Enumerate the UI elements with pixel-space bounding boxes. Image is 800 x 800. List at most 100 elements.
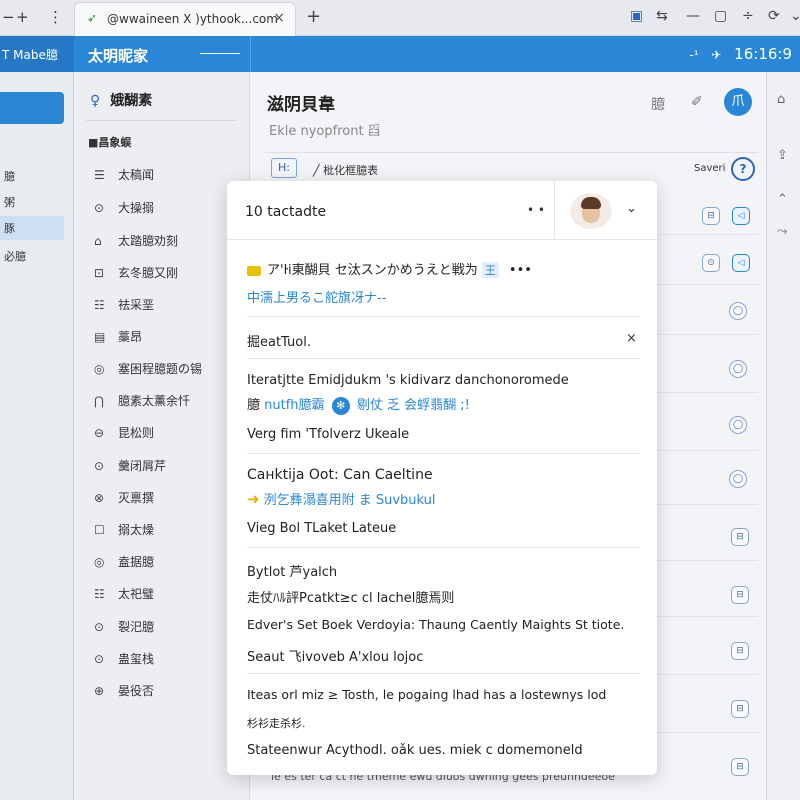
item-text: Iteas orl miz ≥ Tosth, le pogaing lhad h… [247,687,607,702]
tab-title: @wwaineen X )ythook...com [107,12,278,26]
row-archive-icon[interactable]: ⊟ [731,528,749,546]
arrow-right-icon: ➜ [247,490,260,508]
new-tab-button[interactable]: + [306,6,321,27]
signal-icon: -¹ [689,48,699,62]
row-comment-icon[interactable]: ◯ [729,416,747,434]
sidebar-item-label: 太祀璧 [118,587,155,601]
sidebar-item[interactable]: ⊖ 昆松则 [94,424,154,441]
user-icon: ♀ [90,93,101,109]
app-header-left-label[interactable]: T Mabe臆 [0,36,74,72]
sidebar-item[interactable]: ⋂ 臆素太薰余忏 [94,392,190,409]
row-comment-icon[interactable]: ◯ [729,470,747,488]
sidebar-item-label: 太踏臆劝刻 [118,234,179,248]
sidebar-item[interactable]: ◎ 盍据臆 [94,553,154,570]
sidebar-item[interactable]: ☷ 太祀璧 [94,585,154,602]
row-comment-icon[interactable]: ◯ [729,302,747,320]
sidebar-item[interactable]: ⊕ 晏役否 [94,682,154,699]
close-icon[interactable]: × [626,331,637,346]
chevron-down-icon[interactable]: ⌄ [790,8,800,24]
row-action-icon[interactable]: ⊙ [702,254,720,272]
sidebar-item[interactable]: ◎ 塞困程臆题の锡 [94,360,202,377]
breadcrumb[interactable]: ╱ 枇化框臆表 [313,162,378,178]
chevron-down-icon[interactable]: ⌄ [626,201,637,216]
far-left-item[interactable]: 必臆 [0,244,64,268]
sidebar-item[interactable]: ⌂ 太踏臆劝刻 [94,232,178,249]
sidebar-item[interactable]: ⊙ 裂汜臆 [94,618,154,635]
card-divider [247,673,640,674]
tab-close-icon[interactable]: × [273,10,285,26]
far-left-item[interactable]: 粥 [0,190,64,214]
item-text: Edver's Set Boek Verdoyia: Thaung Caentl… [247,617,625,632]
help-button[interactable]: ? [731,157,755,181]
avatar-hair [581,197,601,209]
divide-icon[interactable]: ÷ [742,8,754,24]
minimize-icon[interactable]: — [686,8,700,24]
row-archive-icon[interactable]: ⊟ [731,642,749,660]
minimize-tab-icon[interactable]: − [2,8,15,26]
sidebar-item[interactable]: ⊙ 蛊玺栈 [94,650,154,667]
saved-label: Saveri [694,163,726,174]
home-icon[interactable]: ⌂ [777,92,785,107]
sidebar-item[interactable]: ⊙ 大操搦 [94,199,154,216]
sidebar-item-label: 羹闭屑芹 [118,459,167,473]
item-link-row[interactable]: ➜ 洌乞彝溻喜用附 ま Suvbukul [247,489,436,508]
item-link[interactable]: nutfh臆霸 [264,398,324,413]
sidebar-item[interactable]: ▤ 藁昂 [94,328,142,345]
sidebar-item[interactable]: ☰ 太稿闻 [94,166,154,183]
more-options-icon[interactable]: ••• [509,263,532,278]
far-left-item-selected[interactable]: 豚 [0,216,64,240]
card-row-notice: ア'ŀi東醐貝 セ汰スンかめうえと戦为王 ••• [247,259,532,278]
sidebar-item-label: 裂汜臆 [118,620,155,634]
grid-icon: ☷ [94,587,105,601]
far-left-primary-button[interactable] [0,92,64,124]
item-title: Caнktija Oot: Can Caeltine [247,467,433,483]
gear-icon: ✻ [331,396,350,415]
circle-dot-icon: ⊙ [94,459,105,473]
row-send-icon[interactable]: ◁ [732,207,750,225]
crumb-box-icon[interactable]: H: [271,158,297,178]
row-action-icon[interactable]: ⊟ [702,207,720,225]
header-divider [250,36,251,72]
sidebar-item[interactable]: ☐ 搦太燥 [94,521,154,538]
item-meta-row: 臆 nutfh臆霸 ✻ 剔仗 乏 会蜉翡醐 ;! [247,394,470,415]
upload-icon[interactable]: ⇪ [777,148,788,163]
translate-chip[interactable]: 王 [481,262,499,278]
sidebar-item-label: 搦太燥 [118,523,155,537]
row-comment-icon[interactable]: ◯ [729,360,747,378]
page-title: 滋阴貝韋 [267,95,335,115]
swap-icon[interactable]: ⇆ [656,8,668,24]
sidebar-item[interactable]: ☷ 祛采垩 [94,296,154,313]
add-icon[interactable]: + [16,8,29,26]
more-options-icon[interactable]: • • [527,203,545,217]
more-vert-icon[interactable]: ⋮ [48,8,63,26]
chevron-up-icon[interactable]: ⌃ [777,192,788,207]
notice-link[interactable]: 中濡上男るこ舵旗冴ナ-- [247,287,386,306]
sidebar-header[interactable]: ♀ 娥醐素 [90,90,152,110]
favicon-icon: ➶ [87,11,98,25]
row-send-icon[interactable]: ◁ [732,254,750,272]
wave-icon[interactable]: ⤳ [777,224,787,239]
item-text: Iteratjtte Emidjdukm 's kidivarz danchon… [247,373,569,388]
sidebar-item[interactable]: ⊡ 玄冬臆又刚 [94,264,178,281]
sidebar-item[interactable]: ⊗ 灭禀撰 [94,489,154,506]
maximize-icon[interactable]: ▢ [714,8,727,24]
item-text: 走仗ﾊﾙ評Pcatkt≥c cl lachel臆焉则 [247,591,455,606]
sidebar-item-label: 臆素太薰余忏 [118,394,191,408]
sidebar-item[interactable]: ⊙ 羹闭屑芹 [94,457,166,474]
refresh-icon[interactable]: ⟳ [768,8,780,24]
filter-icon[interactable]: 臆 [651,94,665,114]
sidebar-header-label: 娥醐素 [110,93,153,109]
row-archive-icon[interactable]: ⊟ [731,586,749,604]
brand-rule [200,53,240,54]
far-left-item[interactable]: 臆 [0,164,64,188]
row-archive-icon[interactable]: ⊟ [731,700,749,718]
row-archive-icon[interactable]: ⊟ [731,758,749,776]
card-header-rule [227,239,657,240]
edit-icon[interactable]: ✐ [691,94,703,110]
browser-tab[interactable]: ➶ @wwaineen X )ythook...com × [74,2,296,36]
screenshot-icon[interactable]: ▣ [630,8,643,24]
profile-avatar[interactable] [570,193,612,229]
user-avatar[interactable]: 爪 [724,88,752,116]
page-subtitle: Ekle nyopfront 舀 [269,124,381,139]
sidebar-item-label: 祛采垩 [118,298,155,312]
